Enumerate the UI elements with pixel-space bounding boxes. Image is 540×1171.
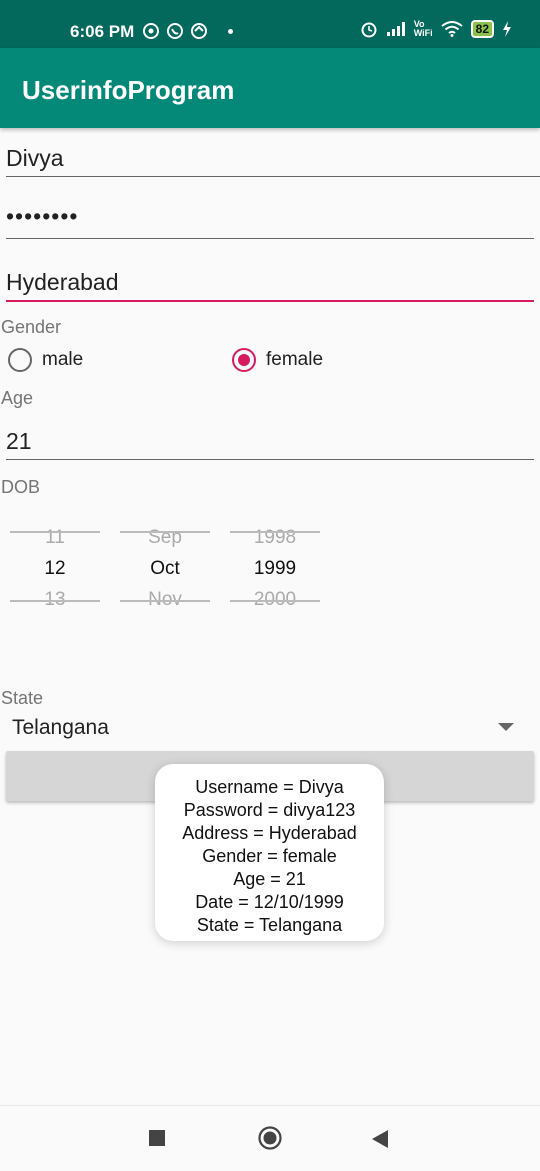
year-top-divider [230,531,320,533]
toast-line-password: Password = divya123 [183,800,356,820]
day-current[interactable]: 12 [10,558,100,580]
status-bar: 6:06 PM Vo WiFi 82 [0,0,540,48]
toast-line-state: State = Telangana [196,915,343,935]
radio-male-circle[interactable] [8,348,32,372]
password-input[interactable]: •••••••• [6,203,78,230]
dob-month-picker[interactable]: Sep Oct Nov [120,520,210,620]
app-bar: UserinfoProgram [0,48,540,128]
address-input[interactable]: Hyderabad [6,269,119,296]
vowifi-bottom: WiFi [413,28,433,38]
month-current[interactable]: Oct [120,558,210,580]
toast-line-date: Date = 12/10/1999 [195,892,344,912]
day-top-divider [10,531,100,533]
username-underline [6,176,540,177]
age-underline [6,459,534,460]
circle-home-icon[interactable] [258,1126,282,1150]
day-bottom-divider [10,600,100,602]
status-system-icons: Vo WiFi 82 [360,20,512,38]
toast-message: Username = Divya Password = divya123 Add… [155,764,384,941]
navigation-bar [0,1105,540,1171]
battery-indicator: 82 [470,20,494,38]
square-recents-icon[interactable] [149,1130,165,1146]
sync-icon [191,23,207,39]
toast-line-gender: Gender = female [202,846,337,866]
month-top-divider [120,531,210,533]
toast-line-username: Username = Divya [195,777,344,797]
vowifi-label: Vo WiFi [414,20,433,38]
radio-male-label: male [42,349,84,370]
year-bottom-divider [230,600,320,602]
month-bottom-divider [120,600,210,602]
status-time: 6:06 PM [70,22,135,41]
app-title: UserinfoProgram [22,75,235,105]
signal-icon [386,22,405,36]
address-underline [6,300,534,302]
radio-female-label: female [266,349,324,370]
state-label: State [1,688,44,708]
age-label: Age [1,388,34,408]
radio-female[interactable]: female [232,348,323,372]
toast-line-age: Age = 21 [233,869,306,889]
triangle-back-icon[interactable] [372,1130,388,1148]
whatsapp-icon [167,23,183,39]
dob-day-picker[interactable]: 11 12 13 [10,520,100,620]
music-icon [143,23,159,39]
toast-line-address: Address = Hyderabad [182,823,357,843]
dropdown-arrow-icon[interactable] [498,723,514,731]
gender-label: Gender [1,317,62,337]
charging-icon [503,21,511,37]
dob-label: DOB [1,477,41,497]
radio-male[interactable]: male [8,348,83,372]
radio-female-circle[interactable] [232,348,256,372]
username-input[interactable]: Divya [6,145,64,172]
password-underline [6,238,534,239]
dob-year-picker[interactable]: 1998 1999 2000 [230,520,320,620]
status-notification-icons [142,22,233,40]
dot-icon [228,28,233,34]
year-current[interactable]: 1999 [230,558,320,580]
wifi-icon [441,21,463,37]
age-input[interactable]: 21 [6,428,32,455]
alarm-icon [361,22,377,38]
state-spinner[interactable]: Telangana [12,716,109,740]
